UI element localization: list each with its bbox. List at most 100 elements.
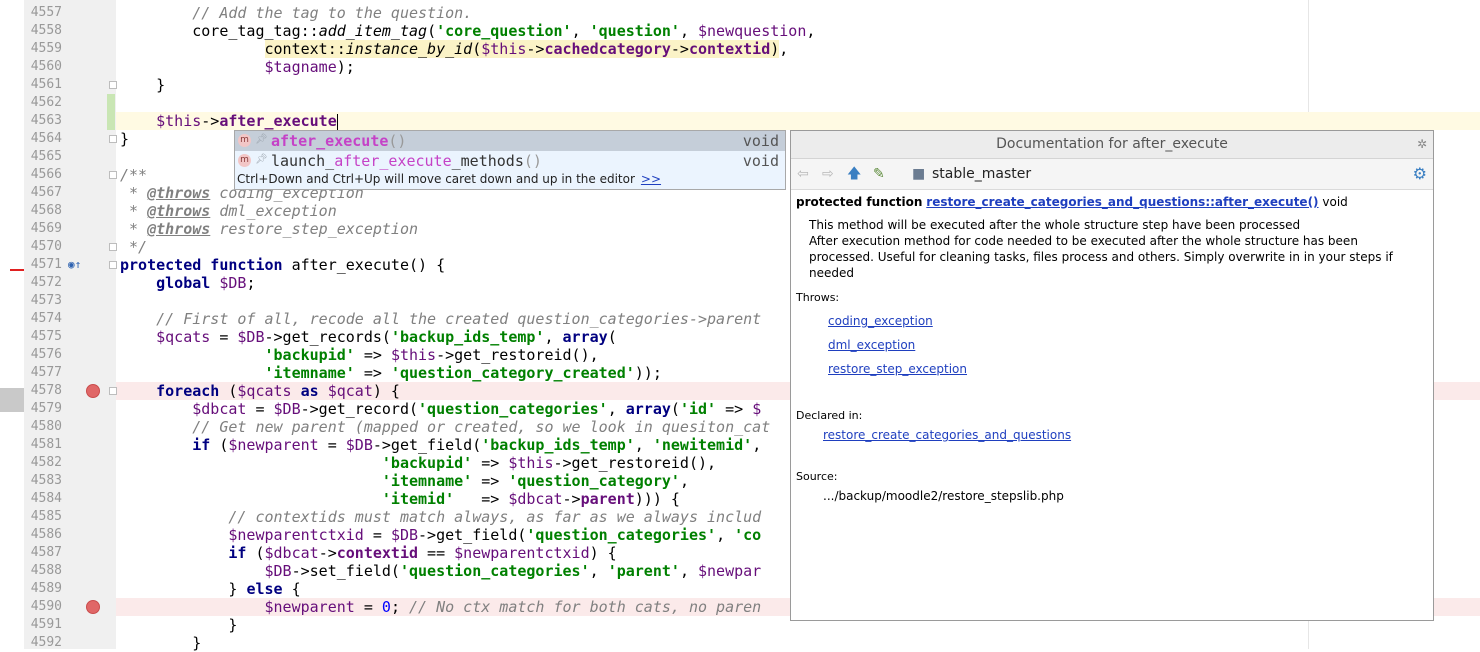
- code-text[interactable]: 'backupid' => $this->get_restoreid(),: [120, 346, 599, 364]
- code-text[interactable]: context::instance_by_id($this->cachedcat…: [120, 40, 788, 58]
- forward-arrow-icon[interactable]: ⇨: [822, 165, 834, 183]
- line-number[interactable]: 4570: [24, 238, 62, 256]
- throws-link[interactable]: restore_step_exception: [828, 362, 967, 376]
- fold-marker-icon[interactable]: [109, 243, 117, 251]
- code-text[interactable]: if ($dbcat->contextid == $newparentctxid…: [120, 544, 616, 562]
- code-text[interactable]: 'backupid' => $this->get_restoreid(),: [120, 454, 716, 472]
- code-line[interactable]: 4560 $tagname);: [0, 58, 1480, 76]
- line-number[interactable]: 4567: [24, 184, 62, 202]
- completion-hint-link[interactable]: >>: [641, 172, 661, 186]
- line-number[interactable]: 4562: [24, 94, 62, 112]
- line-number[interactable]: 4561: [24, 76, 62, 94]
- code-text[interactable]: // First of all, recode all the created …: [120, 310, 761, 328]
- line-number[interactable]: 4583: [24, 472, 62, 490]
- line-number[interactable]: 4559: [24, 40, 62, 58]
- completion-item[interactable]: m 📌︎ launch_after_execute_methods() void: [235, 151, 785, 171]
- code-text[interactable]: 'itemname' => 'question_category',: [120, 472, 689, 490]
- code-line[interactable]: 4592 }: [0, 634, 1480, 652]
- completion-popup[interactable]: m 📌︎ after_execute() void m 📌︎ launch_af…: [234, 130, 786, 190]
- breakpoint-icon[interactable]: [86, 600, 100, 614]
- line-number[interactable]: 4585: [24, 508, 62, 526]
- line-number[interactable]: 4584: [24, 490, 62, 508]
- code-line[interactable]: 4562: [0, 94, 1480, 112]
- line-number[interactable]: 4587: [24, 544, 62, 562]
- fold-marker-icon[interactable]: [109, 135, 117, 143]
- code-line[interactable]: 4559 context::instance_by_id($this->cach…: [0, 40, 1480, 58]
- code-text[interactable]: */: [120, 238, 147, 256]
- code-text[interactable]: $this->after_execute: [120, 112, 338, 130]
- fold-marker-icon[interactable]: [109, 81, 117, 89]
- line-number[interactable]: 4575: [24, 328, 62, 346]
- code-text[interactable]: $newparentctxid = $DB->get_field('questi…: [120, 526, 761, 544]
- line-number[interactable]: 4590: [24, 598, 62, 616]
- code-text[interactable]: $newparent = 0; // No ctx match for both…: [120, 598, 762, 616]
- line-number[interactable]: 4566: [24, 166, 62, 184]
- code-line[interactable]: 4557 // Add the tag to the question.: [0, 4, 1480, 22]
- throws-link[interactable]: coding_exception: [828, 314, 933, 328]
- code-line[interactable]: 4561 }: [0, 76, 1480, 94]
- code-text[interactable]: // Add the tag to the question.: [120, 4, 472, 22]
- code-text[interactable]: * @throws dml_exception: [120, 202, 337, 220]
- code-text[interactable]: /**: [120, 166, 147, 184]
- code-text[interactable]: }: [120, 76, 165, 94]
- code-text[interactable]: $tagname);: [120, 58, 355, 76]
- code-text[interactable]: // contextids must match always, as far …: [120, 508, 761, 526]
- breakpoint-icon[interactable]: [86, 384, 100, 398]
- gear-icon[interactable]: ⚙: [1413, 165, 1427, 183]
- code-text[interactable]: }: [120, 130, 129, 148]
- line-number[interactable]: 4589: [24, 580, 62, 598]
- code-text[interactable]: protected function after_execute() {: [120, 256, 445, 274]
- line-number[interactable]: 4578: [24, 382, 62, 400]
- line-number[interactable]: 4576: [24, 346, 62, 364]
- code-text[interactable]: $dbcat = $DB->get_record('question_categ…: [120, 400, 761, 418]
- declared-link[interactable]: restore_create_categories_and_questions: [823, 428, 1071, 442]
- pin-icon[interactable]: ✲: [1417, 137, 1427, 151]
- edit-source-icon[interactable]: ✎: [873, 165, 885, 183]
- throws-link[interactable]: dml_exception: [828, 338, 915, 352]
- fold-marker-icon[interactable]: [109, 387, 117, 395]
- code-text[interactable]: * @throws restore_step_exception: [120, 220, 418, 238]
- line-number[interactable]: 4572: [24, 274, 62, 292]
- code-text[interactable]: $qcats = $DB->get_records('backup_ids_te…: [120, 328, 617, 346]
- line-number[interactable]: 4580: [24, 418, 62, 436]
- line-number[interactable]: 4577: [24, 364, 62, 382]
- code-text[interactable]: global $DB;: [120, 274, 255, 292]
- code-text[interactable]: 'itemname' => 'question_category_created…: [120, 364, 662, 382]
- code-text[interactable]: // Get new parent (mapped or created, so…: [120, 418, 770, 436]
- line-number[interactable]: 4558: [24, 22, 62, 40]
- doc-title[interactable]: Documentation for after_execute: [791, 131, 1433, 159]
- line-number[interactable]: 4579: [24, 400, 62, 418]
- code-text[interactable]: }: [120, 616, 237, 634]
- line-number[interactable]: 4571: [24, 256, 62, 274]
- fold-marker-icon[interactable]: [109, 261, 117, 269]
- line-number[interactable]: 4560: [24, 58, 62, 76]
- code-text[interactable]: $DB->set_field('question_categories', 'p…: [120, 562, 762, 580]
- line-number[interactable]: 4581: [24, 436, 62, 454]
- code-line[interactable]: 4558 core_tag_tag::add_item_tag('core_qu…: [0, 22, 1480, 40]
- code-text[interactable]: core_tag_tag::add_item_tag('core_questio…: [120, 22, 815, 40]
- completion-item[interactable]: m 📌︎ after_execute() void: [235, 131, 785, 151]
- documentation-popup[interactable]: Documentation for after_execute ✲ ⇦ ⇨ 🡅 …: [790, 130, 1434, 621]
- line-number[interactable]: 4586: [24, 526, 62, 544]
- back-arrow-icon[interactable]: ⇦: [797, 165, 809, 183]
- line-number[interactable]: 4573: [24, 292, 62, 310]
- fold-marker-icon[interactable]: [109, 171, 117, 179]
- code-text[interactable]: if ($newparent = $DB->get_field('backup_…: [120, 436, 761, 454]
- code-text[interactable]: }: [120, 634, 201, 652]
- line-number[interactable]: 4563: [24, 112, 62, 130]
- up-arrow-icon[interactable]: 🡅: [847, 165, 861, 183]
- doc-signature-link[interactable]: restore_create_categories_and_questions:…: [926, 195, 1318, 209]
- line-number[interactable]: 4592: [24, 634, 62, 652]
- line-number[interactable]: 4569: [24, 220, 62, 238]
- code-text[interactable]: } else {: [120, 580, 300, 598]
- code-text[interactable]: 'itemid' => $dbcat->parent))) {: [120, 490, 680, 508]
- line-number[interactable]: 4588: [24, 562, 62, 580]
- override-icon[interactable]: ◉↑: [68, 258, 81, 272]
- code-text[interactable]: foreach ($qcats as $qcat) {: [120, 382, 400, 400]
- line-number[interactable]: 4565: [24, 148, 62, 166]
- line-number[interactable]: 4568: [24, 202, 62, 220]
- line-number[interactable]: 4582: [24, 454, 62, 472]
- code-line[interactable]: 4563 $this->after_execute: [0, 112, 1480, 130]
- line-number[interactable]: 4557: [24, 4, 62, 22]
- line-number[interactable]: 4564: [24, 130, 62, 148]
